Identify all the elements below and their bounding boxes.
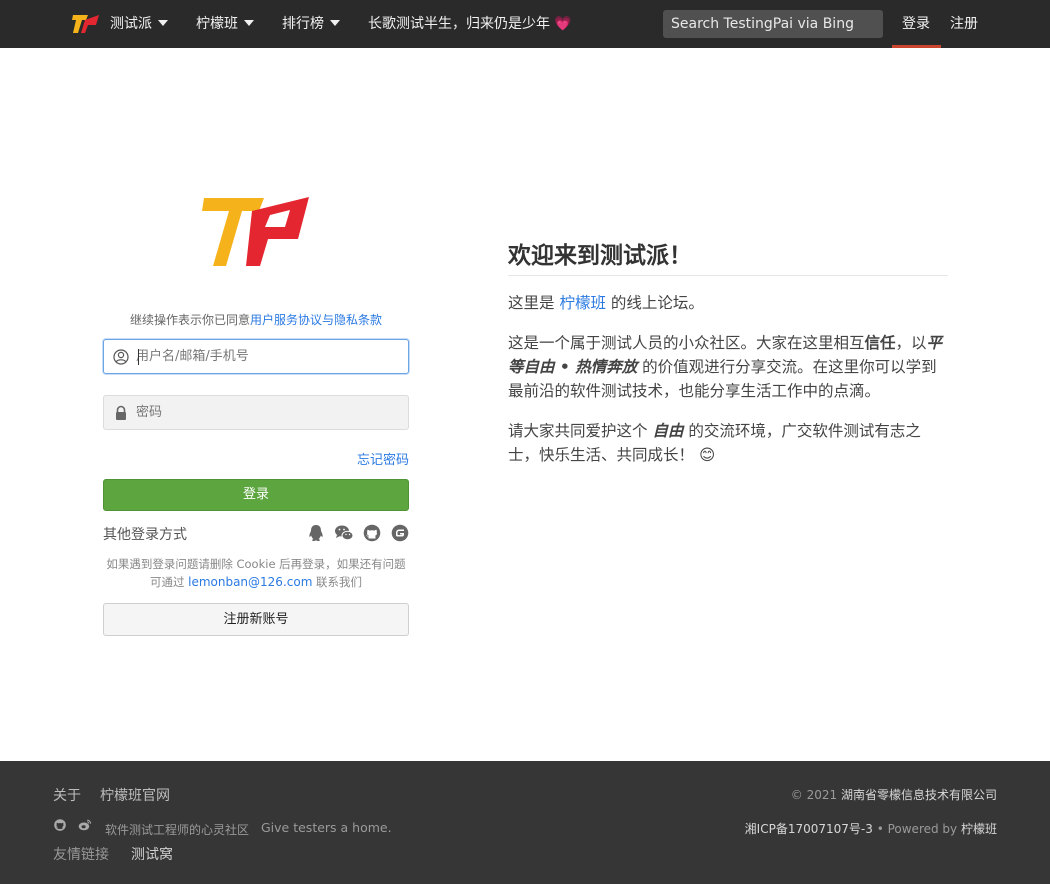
closing-text-a: 请大家共同爱护这个 bbox=[508, 422, 648, 440]
footer-community-text: 软件测试工程师的心灵社区 bbox=[105, 823, 250, 837]
powered-prefix: • Powered by bbox=[876, 822, 958, 836]
caret-down-icon bbox=[330, 20, 340, 26]
values-trust: 信任 bbox=[864, 334, 896, 352]
caret-down-icon bbox=[244, 20, 254, 26]
intro-prefix: 这里是 bbox=[508, 294, 555, 312]
divider bbox=[508, 275, 948, 276]
values-text-b: ，以 bbox=[895, 334, 927, 352]
login-button[interactable]: 登录 bbox=[103, 479, 409, 511]
help-text-2: 联系我们 bbox=[316, 575, 363, 589]
top-navbar: 测试派 柠檬班 排行榜 长歌测试半生，归来仍是少年💗 登录 注册 bbox=[0, 0, 1050, 48]
wechat-icon[interactable] bbox=[334, 524, 354, 542]
smile-emoji-icon: 😊 bbox=[698, 446, 716, 464]
footer-icp-powered: 湘ICP备17007107号-3 • Powered by 柠檬班 bbox=[745, 820, 997, 837]
search-input[interactable] bbox=[663, 10, 883, 38]
welcome-closing: 请大家共同爱护这个 自由 的交流环境，广交软件测试有志之士，快乐生活、共同成长！… bbox=[508, 419, 948, 467]
register-button[interactable]: 注册新账号 bbox=[103, 603, 409, 636]
welcome-intro: 这里是 柠檬班 的线上论坛。 bbox=[508, 291, 948, 315]
closing-freedom: 自由 bbox=[652, 422, 684, 440]
username-field[interactable] bbox=[103, 339, 409, 374]
footer-copyright: © 2021 湖南省零檬信息技术有限公司 bbox=[791, 786, 997, 803]
copyright-prefix: © 2021 bbox=[790, 788, 838, 802]
nav-register-link[interactable]: 注册 bbox=[950, 0, 978, 48]
lock-icon bbox=[116, 405, 126, 420]
testingpai-logo-icon[interactable] bbox=[72, 13, 100, 35]
powered-by-link[interactable]: 柠檬班 bbox=[961, 822, 997, 836]
text-cursor bbox=[138, 349, 139, 365]
company-link[interactable]: 湖南省零檬信息技术有限公司 bbox=[841, 788, 997, 802]
heart-icon: 💗 bbox=[554, 16, 572, 32]
github-icon[interactable] bbox=[53, 818, 67, 832]
footer-official-site-link[interactable]: 柠檬班官网 bbox=[100, 785, 170, 805]
username-input[interactable] bbox=[136, 340, 402, 373]
values-text-a: 这是一个属于测试人员的小众社区。大家在这里相互 bbox=[508, 334, 865, 352]
qq-icon[interactable] bbox=[306, 524, 326, 542]
footer-motto: Give testers a home. bbox=[261, 820, 392, 835]
forgot-password-link[interactable]: 忘记密码 bbox=[300, 449, 409, 468]
nav-login-link[interactable]: 登录 bbox=[902, 0, 930, 48]
nav-rank-label: 排行榜 bbox=[282, 16, 324, 32]
welcome-values: 这是一个属于测试人员的小众社区。大家在这里相互信任，以平等自由 • 热情奔放 的… bbox=[508, 331, 948, 403]
icp-link[interactable]: 湘ICP备17007107号-3 bbox=[745, 822, 873, 836]
caret-down-icon bbox=[158, 20, 168, 26]
github-icon[interactable] bbox=[362, 524, 382, 542]
lemonban-link[interactable]: 柠檬班 bbox=[559, 294, 606, 312]
footer-about-link[interactable]: 关于 bbox=[53, 785, 81, 805]
footer-testwo-link[interactable]: 测试窝 bbox=[131, 844, 173, 864]
nav-lemonban-label: 柠檬班 bbox=[196, 16, 238, 32]
weibo-icon[interactable] bbox=[78, 818, 92, 832]
login-help-text: 如果遇到登录问题请删除 Cookie 后再登录，如果还有问题可通过 lemonb… bbox=[103, 555, 409, 591]
site-footer: 关于 柠檬班官网 软件测试工程师的心灵社区 Give testers a hom… bbox=[0, 761, 1050, 884]
nav-slogan-link[interactable]: 长歌测试半生，归来仍是少年 💗 bbox=[368, 0, 571, 48]
gitee-icon[interactable] bbox=[390, 524, 410, 542]
terms-prefix: 继续操作表示你已同意 bbox=[129, 313, 250, 327]
nav-lemonban-dropdown[interactable]: 柠檬班 bbox=[196, 0, 254, 48]
footer-friend-links-label: 友情链接 bbox=[53, 847, 109, 863]
password-field[interactable] bbox=[103, 395, 409, 430]
terms-link[interactable]: 用户服务协议与隐私条款 bbox=[250, 313, 382, 327]
help-email-link[interactable]: lemonban@126.com bbox=[188, 575, 312, 589]
intro-suffix: 的线上论坛。 bbox=[610, 294, 704, 312]
other-login-label: 其他登录方式 bbox=[103, 527, 187, 543]
password-input[interactable] bbox=[136, 396, 402, 429]
nav-brand-label: 测试派 bbox=[110, 16, 152, 32]
nav-rank-dropdown[interactable]: 排行榜 bbox=[282, 0, 340, 48]
terms-agreement: 继续操作表示你已同意用户服务协议与隐私条款 bbox=[103, 311, 409, 328]
nav-brand-dropdown[interactable]: 测试派 bbox=[110, 0, 168, 48]
testingpai-logo bbox=[202, 197, 309, 266]
user-icon bbox=[113, 349, 129, 365]
active-nav-indicator bbox=[892, 45, 941, 48]
nav-slogan-text: 长歌测试半生，归来仍是少年 bbox=[368, 16, 550, 32]
welcome-title: 欢迎来到测试派！ bbox=[508, 243, 692, 269]
